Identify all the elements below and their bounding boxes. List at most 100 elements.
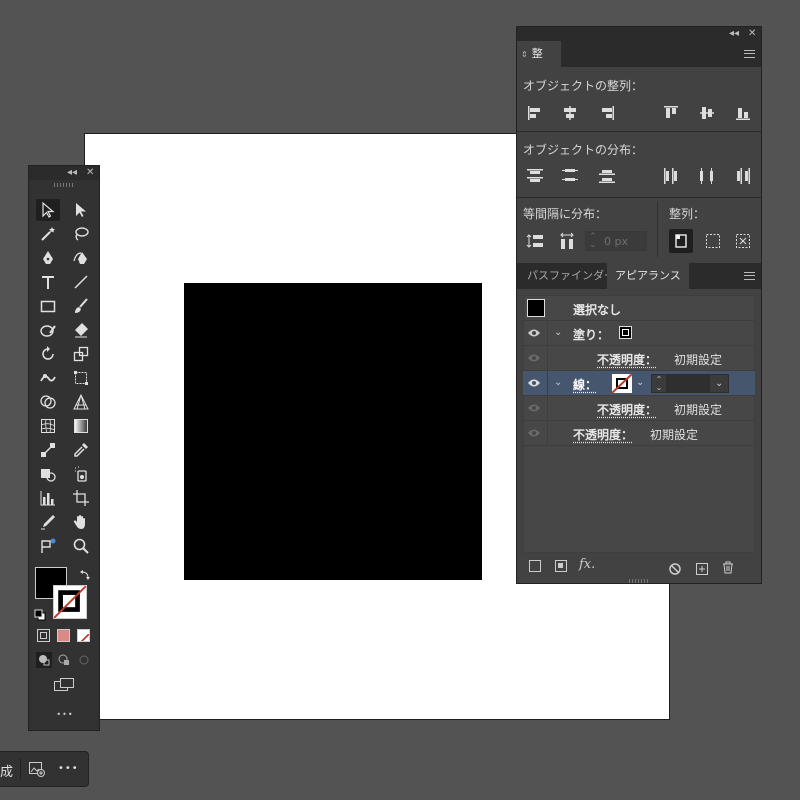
free-transform-tool-icon[interactable] (69, 367, 93, 389)
appearance-stroke-row[interactable]: ⌄ 線： ⌄ ⌃ ⌄ ⌄ (523, 371, 755, 396)
distribute-vertical-center-icon[interactable] (560, 166, 580, 186)
eye-icon[interactable] (527, 378, 541, 388)
eraser-tool-icon[interactable] (69, 319, 93, 341)
appearance-object-opacity-row[interactable]: 不透明度： 初期設定 (523, 421, 755, 446)
align-left-icon[interactable] (525, 103, 545, 123)
rectangle-tool-icon[interactable] (36, 295, 60, 317)
rotate-tool-icon[interactable] (36, 343, 60, 365)
shape-builder-tool-icon[interactable] (36, 391, 60, 413)
stroke-color-dropdown-icon[interactable]: ⌄ (636, 377, 644, 388)
contextual-bar-label[interactable]: 成 (0, 761, 13, 780)
type-tool-icon[interactable] (36, 271, 60, 293)
object-opacity-label[interactable]: 不透明度： (573, 426, 633, 443)
align-to-key-object-icon[interactable] (669, 229, 693, 253)
distribute-right-icon[interactable] (733, 166, 753, 186)
column-graph-tool-icon[interactable] (36, 487, 60, 509)
appearance-stroke-opacity-row[interactable]: 不透明度： 初期設定 (523, 396, 755, 421)
color-mode-icon[interactable] (37, 629, 50, 642)
drag-grip[interactable] (54, 183, 74, 187)
spacing-vertical-icon[interactable] (525, 231, 545, 251)
panel-menu-icon[interactable] (744, 272, 755, 280)
puppet-warp-tool-icon[interactable] (36, 535, 60, 557)
blend-tool-icon[interactable] (36, 439, 60, 461)
stroke-swatch[interactable] (612, 374, 632, 393)
chevron-down-icon[interactable]: ⌄ (554, 377, 562, 388)
align-to-selection-icon[interactable] (703, 231, 723, 251)
eye-icon[interactable] (527, 353, 541, 363)
stroke-opacity-label[interactable]: 不透明度： (597, 401, 657, 418)
resize-grip[interactable] (629, 579, 649, 583)
appearance-fill-opacity-row[interactable]: 不透明度： 初期設定 (523, 346, 755, 371)
fill-swatch[interactable] (619, 326, 632, 339)
pen-tool-icon[interactable] (36, 247, 60, 269)
black-square-object[interactable] (184, 283, 482, 580)
spacing-input[interactable]: ⌃ ⌄ 0 px (585, 231, 647, 251)
perspective-grid-tool-icon[interactable] (69, 391, 93, 413)
align-top-icon[interactable] (661, 103, 681, 123)
paintbrush-tool-icon[interactable] (69, 295, 93, 317)
stroke-color-swatch[interactable] (53, 585, 87, 619)
eyedropper-tool-icon[interactable] (69, 439, 93, 461)
hand-tool-icon[interactable] (69, 511, 93, 533)
fill-opacity-label[interactable]: 不透明度： (597, 351, 657, 368)
clear-appearance-icon[interactable] (669, 560, 681, 575)
mesh-tool-icon[interactable] (36, 415, 60, 437)
align-right-icon[interactable] (597, 103, 617, 123)
image-place-icon[interactable] (29, 762, 45, 777)
shaper-tool-icon[interactable] (36, 319, 60, 341)
draw-behind-icon[interactable] (56, 652, 72, 668)
default-fill-stroke-icon[interactable] (34, 606, 46, 621)
direct-selection-tool-icon[interactable] (69, 199, 93, 221)
distribute-left-icon[interactable] (661, 166, 681, 186)
distribute-top-icon[interactable] (525, 166, 545, 186)
spacing-horizontal-icon[interactable] (557, 231, 577, 251)
draw-inside-icon[interactable] (76, 652, 92, 668)
close-icon[interactable]: ✕ (748, 27, 756, 41)
distribute-bottom-icon[interactable] (597, 166, 617, 186)
slice-tool-icon[interactable] (36, 511, 60, 533)
gradient-mode-icon[interactable] (57, 629, 70, 642)
align-horizontal-center-icon[interactable] (560, 103, 580, 123)
appearance-fill-row[interactable]: ⌄ 塗り： (523, 321, 755, 346)
align-bottom-icon[interactable] (733, 103, 753, 123)
zoom-tool-icon[interactable] (69, 535, 93, 557)
fill-label[interactable]: 塗り： (573, 326, 609, 343)
magic-wand-icon[interactable] (36, 223, 60, 245)
live-paint-bucket-icon[interactable] (36, 463, 60, 485)
chevron-down-icon[interactable]: ⌄ (554, 327, 562, 338)
artboard-tool-icon[interactable] (69, 487, 93, 509)
collapse-icon[interactable]: ◂◂ (729, 27, 739, 41)
swap-fill-stroke-icon[interactable] (79, 566, 91, 580)
add-fill-icon[interactable] (555, 560, 567, 572)
fx-icon[interactable]: fx. (579, 557, 595, 572)
trash-icon[interactable] (722, 559, 734, 574)
collapse-icon[interactable]: ◂◂ (67, 166, 77, 180)
panel-menu-icon[interactable] (744, 50, 755, 58)
stroke-weight-stepper[interactable]: ⌃ ⌄ (651, 374, 667, 393)
stroke-weight-dropdown[interactable]: ⌄ (709, 374, 729, 393)
more-options-icon[interactable]: ••• (58, 763, 79, 774)
distribute-horizontal-center-icon[interactable] (697, 166, 717, 186)
symbol-sprayer-icon[interactable] (69, 463, 93, 485)
add-stroke-icon[interactable] (529, 560, 541, 572)
none-mode-icon[interactable] (77, 629, 90, 642)
close-icon[interactable]: ✕ (86, 166, 94, 180)
align-vertical-center-icon[interactable] (697, 103, 717, 123)
edit-toolbar-icon[interactable]: ••• (53, 710, 77, 719)
eye-icon[interactable] (527, 403, 541, 413)
gradient-tool-icon[interactable] (69, 415, 93, 437)
stroke-weight-input[interactable] (667, 374, 709, 393)
duplicate-item-icon[interactable] (696, 560, 708, 575)
curvature-tool-icon[interactable] (69, 247, 93, 269)
lasso-icon[interactable] (69, 223, 93, 245)
stroke-label[interactable]: 線： (573, 376, 597, 393)
eye-icon[interactable] (527, 428, 541, 438)
line-segment-tool-icon[interactable] (69, 271, 93, 293)
screen-mode-icon[interactable] (53, 677, 75, 693)
draw-normal-icon[interactable] (36, 652, 52, 668)
warp-tool-icon[interactable] (36, 367, 60, 389)
selection-tool-icon[interactable] (36, 199, 60, 221)
scale-tool-icon[interactable] (69, 343, 93, 365)
eye-icon[interactable] (527, 328, 541, 338)
align-to-artboard-icon[interactable] (733, 231, 753, 251)
